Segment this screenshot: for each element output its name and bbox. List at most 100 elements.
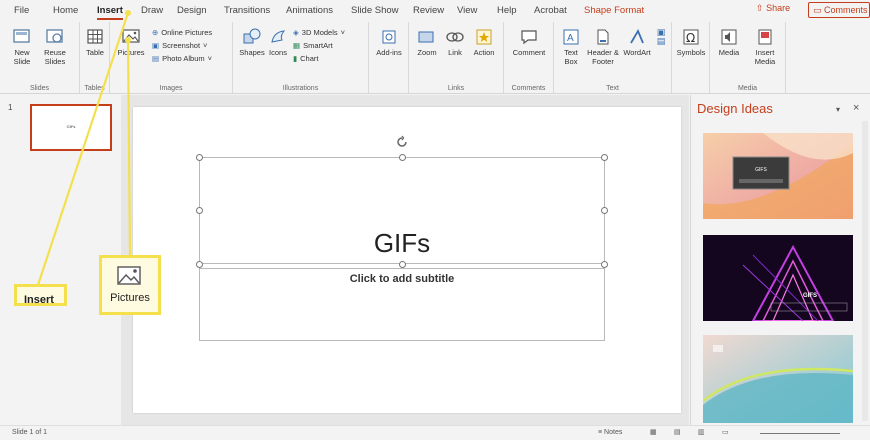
smartart-button[interactable]: ▦ SmartArt	[293, 41, 333, 50]
zoom-slider[interactable]	[760, 433, 840, 434]
reuse-slides-button[interactable]: Reuse Slides	[40, 28, 70, 66]
chevron-down-icon[interactable]: ▾	[836, 105, 840, 114]
shapes-icon	[243, 28, 261, 44]
group-comments: Comment Comments	[504, 22, 554, 94]
shapes-button[interactable]: Shapes	[239, 28, 265, 57]
tab-insert[interactable]: Insert	[97, 5, 123, 20]
share-icon: ⇧	[756, 3, 764, 13]
text-more-button[interactable]: ▣ ▤	[654, 28, 668, 46]
wordart-button[interactable]: WordArt	[622, 28, 652, 57]
tab-help[interactable]: Help	[497, 5, 517, 16]
resize-handle[interactable]	[196, 207, 203, 214]
design-idea-card[interactable]: GIFS	[703, 235, 853, 321]
tab-review[interactable]: Review	[413, 5, 444, 16]
smartart-icon: ▦	[293, 41, 301, 50]
screenshot-button[interactable]: ▣ Screenshot ˅	[152, 41, 207, 50]
photo-album-button[interactable]: ▤ Photo Album ˅	[152, 54, 212, 63]
design-idea-card[interactable]	[703, 335, 853, 423]
pictures-button[interactable]: Pictures	[117, 28, 145, 57]
resize-handle[interactable]	[399, 154, 406, 161]
new-slide-label: New Slide	[13, 48, 31, 66]
tab-file[interactable]: File	[14, 5, 29, 16]
group-label-tables: Tables	[84, 85, 105, 92]
reading-view-icon[interactable]: ▥	[698, 428, 705, 436]
close-icon[interactable]: ×	[853, 102, 859, 114]
photo-album-icon: ▤	[152, 54, 160, 63]
text-box-icon: A	[563, 29, 579, 45]
action-button[interactable]: Action	[470, 28, 498, 57]
table-button[interactable]: Table	[83, 28, 107, 57]
resize-handle[interactable]	[601, 154, 608, 161]
title-placeholder[interactable]: GIFs	[199, 157, 605, 264]
slide-title[interactable]: GIFs	[200, 228, 604, 259]
group-symbols: Ω Symbols	[672, 22, 710, 94]
group-label-media: Media	[737, 85, 758, 92]
symbols-button[interactable]: Ω Symbols	[676, 28, 706, 57]
slide-thumbnail[interactable]: GIFs	[30, 104, 112, 151]
slideshow-icon[interactable]: ▭	[722, 428, 729, 436]
slide-canvas[interactable]: GIFs Click to add subtitle	[133, 107, 681, 413]
group-addins: Add-ins	[369, 22, 409, 94]
thumbnail-title: GIFs	[66, 124, 76, 129]
rotate-handle-icon[interactable]	[395, 135, 409, 149]
comments-button[interactable]: ▭ Comments	[808, 2, 870, 18]
table-icon	[87, 29, 103, 44]
resize-handle[interactable]	[196, 261, 203, 268]
tab-slide-show[interactable]: Slide Show	[351, 5, 399, 16]
design-ideas-title: Design Ideas	[697, 101, 773, 116]
notes-label: Notes	[604, 429, 623, 436]
chart-button[interactable]: ▮ Chart	[293, 54, 318, 63]
design-idea-card[interactable]: GIFS	[703, 133, 853, 219]
slide-sorter-icon[interactable]: ▤	[674, 428, 681, 436]
tab-acrobat[interactable]: Acrobat	[534, 5, 567, 16]
normal-view-icon[interactable]: ▦	[650, 428, 657, 436]
slide-subtitle[interactable]: Click to add subtitle	[200, 273, 604, 285]
comment-button[interactable]: Comment	[510, 28, 548, 57]
tab-animations[interactable]: Animations	[286, 5, 333, 16]
share-label: Share	[766, 3, 791, 13]
resize-handle[interactable]	[601, 207, 608, 214]
tab-home[interactable]: Home	[53, 5, 78, 16]
pictures-label: Pictures	[117, 48, 145, 57]
resize-handle[interactable]	[399, 261, 406, 268]
zoom-button[interactable]: Zoom	[413, 28, 441, 57]
media-button[interactable]: Media	[714, 28, 744, 57]
header-footer-button[interactable]: Header & Footer	[586, 28, 620, 66]
tab-view[interactable]: View	[457, 5, 477, 16]
resize-handle[interactable]	[601, 261, 608, 268]
insert-ribbon: New Slide Reuse Slides Slides Table Tabl…	[0, 22, 870, 94]
tab-draw[interactable]: Draw	[141, 5, 163, 16]
insert-media-icon	[758, 29, 772, 45]
icons-button[interactable]: Icons	[267, 28, 289, 57]
design-idea-preview	[703, 133, 853, 219]
notes-button[interactable]: ≡ Notes	[598, 429, 622, 436]
group-label-slides: Slides	[29, 85, 50, 92]
chevron-down-icon: ˅	[340, 28, 346, 37]
tab-transitions[interactable]: Transitions	[224, 5, 270, 16]
subtitle-placeholder[interactable]: Click to add subtitle	[199, 268, 605, 341]
chevron-down-icon: ˅	[207, 54, 213, 63]
new-slide-button[interactable]: New Slide	[8, 28, 36, 66]
share-button[interactable]: ⇧ Share	[756, 3, 790, 14]
comment-label: Comment	[512, 48, 546, 57]
slide-number: 1	[8, 103, 13, 112]
link-icon	[446, 32, 464, 42]
text-box-button[interactable]: A Text Box	[558, 28, 584, 66]
tab-shape-format[interactable]: Shape Format	[584, 5, 644, 16]
3d-models-button[interactable]: ◈ 3D Models ˅	[293, 28, 345, 37]
design-pane-scrollbar[interactable]	[862, 121, 868, 421]
insert-media-button[interactable]: Insert Media	[748, 28, 782, 66]
tab-design[interactable]: Design	[177, 5, 207, 16]
cube-icon: ◈	[293, 28, 299, 37]
addins-button[interactable]: Add-ins	[375, 28, 403, 57]
link-button[interactable]: Link	[442, 28, 468, 57]
status-bar: Slide 1 of 1 ≡ Notes ▦ ▤ ▥ ▭	[0, 425, 870, 440]
zoom-icon	[418, 31, 434, 43]
svg-text:Ω: Ω	[686, 31, 695, 45]
insert-callout-label: Insert	[24, 294, 54, 306]
resize-handle[interactable]	[196, 154, 203, 161]
comment-icon: ▭	[813, 5, 822, 15]
online-pictures-button[interactable]: ⊕ Online Pictures	[152, 28, 212, 37]
design-idea-preview	[703, 335, 853, 423]
link-label: Link	[448, 48, 462, 57]
